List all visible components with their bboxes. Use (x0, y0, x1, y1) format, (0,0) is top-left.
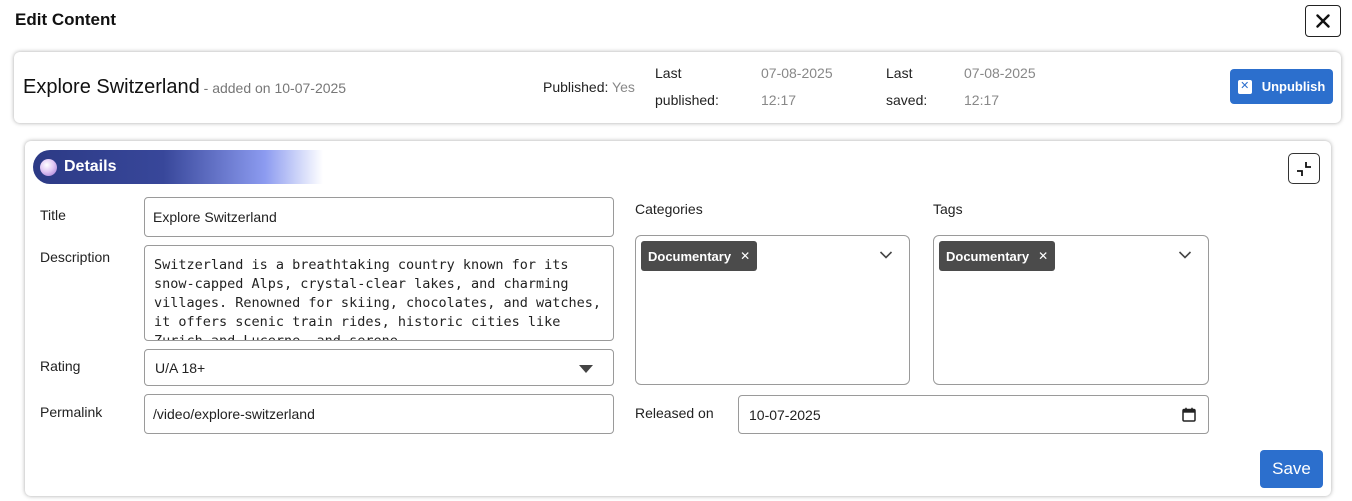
tag-chip: Documentary ✕ (939, 241, 1056, 271)
last-published-time: 12:17 (761, 92, 797, 108)
added-on-text: - added on 10-07-2025 (199, 80, 347, 96)
published-label: Published: (543, 79, 609, 95)
category-chip-label: Documentary (648, 248, 732, 264)
tags-label: Tags (933, 201, 963, 217)
published-value: Yes (612, 79, 635, 95)
rating-value: U/A 18+ (155, 359, 206, 376)
published-status: Published: Yes (543, 79, 635, 95)
content-title: Explore Switzerland - added on 10-07-202… (23, 76, 346, 99)
page-title: Edit Content (15, 10, 117, 29)
rating-select[interactable]: U/A 18+ (144, 349, 614, 386)
title-input[interactable]: Explore Switzerland (144, 197, 614, 237)
chevron-down-icon[interactable] (879, 250, 893, 260)
chevron-down-icon[interactable] (1178, 250, 1192, 260)
released-on-label: Released on (635, 405, 714, 421)
last-published-label-line2: published: (655, 92, 719, 108)
collapse-icon (1297, 161, 1311, 176)
details-card: Details Title Explore Switzerland Descri… (25, 141, 1331, 496)
save-button[interactable]: Save (1260, 450, 1323, 488)
rating-label: Rating (40, 358, 81, 374)
content-title-text: Explore Switzerland (23, 76, 200, 98)
released-on-date-input[interactable]: 10-07-2025 (738, 395, 1209, 434)
collapse-button[interactable] (1288, 153, 1320, 184)
categories-multiselect[interactable]: Documentary ✕ (635, 235, 910, 385)
permalink-input[interactable]: /video/explore-switzerland (144, 394, 614, 434)
close-button[interactable] (1305, 5, 1341, 37)
chip-remove-icon[interactable]: ✕ (740, 250, 750, 262)
details-banner: Details (33, 150, 323, 184)
released-on-value: 10-07-2025 (749, 406, 821, 423)
tag-chip-label: Documentary (946, 248, 1030, 264)
permalink-label: Permalink (40, 404, 103, 420)
category-chip: Documentary ✕ (641, 241, 758, 271)
orb-icon (40, 158, 57, 176)
calendar-icon[interactable] (1182, 407, 1196, 422)
dropdown-arrow-icon (579, 365, 593, 373)
last-published-label-line1: Last (655, 65, 682, 81)
title-label: Title (40, 207, 66, 223)
close-box-icon: ✕ (1237, 79, 1252, 94)
categories-label: Categories (635, 201, 703, 217)
last-saved-label-line2: saved: (886, 92, 928, 108)
tags-multiselect[interactable]: Documentary ✕ (933, 235, 1209, 385)
last-saved-label-line1: Last (886, 65, 913, 81)
details-title: Details (64, 158, 117, 175)
unpublish-button[interactable]: ✕ Unpublish (1230, 69, 1333, 104)
last-saved-time: 12:17 (964, 92, 1000, 108)
chip-remove-icon[interactable]: ✕ (1038, 250, 1048, 262)
unpublish-label: Unpublish (1261, 79, 1326, 94)
content-header-card: Explore Switzerland - added on 10-07-202… (14, 52, 1341, 123)
close-icon (1316, 14, 1330, 28)
last-saved-date: 07-08-2025 (964, 65, 1036, 81)
last-published-date: 07-08-2025 (761, 65, 833, 81)
description-textarea[interactable]: Switzerland is a breathtaking country kn… (144, 245, 614, 341)
description-label: Description (40, 249, 111, 265)
